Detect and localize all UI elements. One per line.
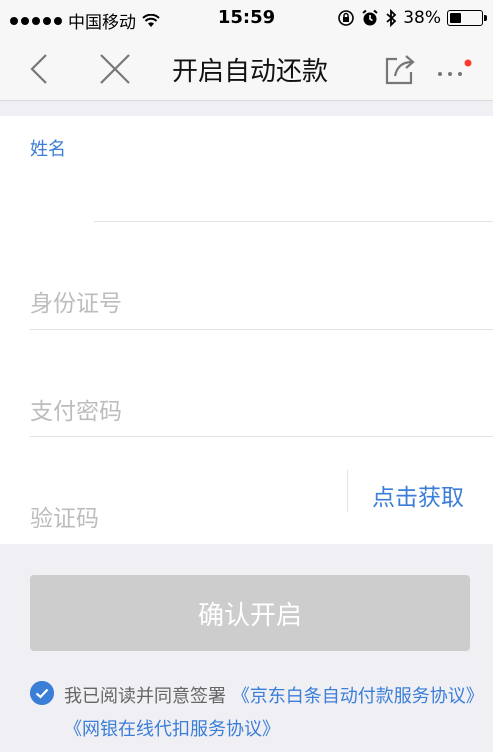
- auto-repay-form: 姓名 身份证号 支付密码 验证码 点击获取: [0, 116, 493, 544]
- id-number-input[interactable]: 身份证号: [30, 284, 122, 318]
- get-code-button[interactable]: 点击获取: [372, 478, 464, 512]
- status-right: 38%: [337, 8, 487, 28]
- pay-password-underline: [30, 436, 493, 437]
- code-divider: [347, 470, 348, 512]
- status-bar: 中国移动 15:59 38%: [0, 0, 493, 38]
- battery-icon: [447, 10, 487, 26]
- auto-pay-agreement-link[interactable]: 《京东白条自动付款服务协议》: [232, 686, 484, 707]
- page: 中国移动 15:59 38% 开启自动还款 姓名 身份证号 支付密码 验证码 点…: [0, 0, 493, 752]
- name-input[interactable]: [30, 156, 493, 221]
- close-icon[interactable]: [98, 52, 132, 86]
- battery-fill: [450, 13, 461, 23]
- agreement-checkbox-icon[interactable]: [30, 681, 54, 705]
- back-icon[interactable]: [26, 52, 52, 86]
- nav-bar: 开启自动还款: [0, 38, 493, 101]
- verification-code-input[interactable]: 验证码: [30, 499, 99, 533]
- alarm-icon: [362, 9, 378, 26]
- bluetooth-icon: [386, 9, 397, 27]
- unread-dot-icon: [464, 59, 472, 67]
- agreement-text: 我已阅读并同意签署 《京东白条自动付款服务协议》 《网银在线代扣服务协议》: [64, 680, 484, 746]
- more-icon[interactable]: [436, 58, 476, 82]
- pay-password-input[interactable]: 支付密码: [30, 392, 122, 426]
- withholding-agreement-link[interactable]: 《网银在线代扣服务协议》: [64, 719, 280, 740]
- battery-percent: 38%: [403, 8, 441, 28]
- share-icon[interactable]: [383, 52, 417, 86]
- id-number-underline: [30, 329, 493, 330]
- agreement-prefix: 我已阅读并同意签署: [64, 686, 226, 707]
- orientation-lock-icon: [338, 10, 355, 26]
- name-underline: [94, 221, 493, 222]
- page-title: 开启自动还款: [171, 57, 328, 87]
- confirm-enable-button[interactable]: 确认开启: [30, 575, 470, 651]
